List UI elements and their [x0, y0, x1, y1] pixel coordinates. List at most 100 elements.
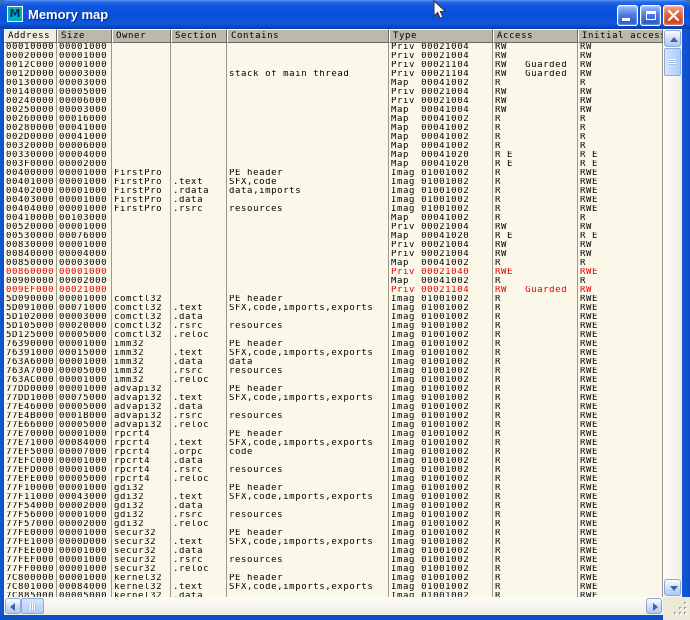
table-row[interactable]: 77E7100000084000rpcrt4.textSFX,code,impo… — [4, 439, 663, 448]
table-row[interactable]: 5D09000000001000comctl32PE headerImag 01… — [4, 295, 663, 304]
table-row[interactable]: 0040100000001000FirstPro.textSFX,codeIma… — [4, 178, 663, 187]
cell-section: .reloc — [171, 331, 227, 340]
table-row[interactable]: 77F1100000043000gdi32.textSFX,code,impor… — [4, 493, 663, 502]
table-row[interactable]: 0001000000001000Priv 00021004RWRW — [4, 43, 663, 52]
table-row[interactable]: 763A700000005000imm32.rsrcresourcesImag … — [4, 367, 663, 376]
maximize-button[interactable] — [640, 5, 661, 26]
table-row[interactable]: 0040000000001000FirstProPE headerImag 01… — [4, 169, 663, 178]
table-row[interactable]: 0052000000001000Priv 00021004RWRW — [4, 223, 663, 232]
column-header-initial-access[interactable]: Initial access — [578, 29, 663, 43]
table-row[interactable]: 77F5600000001000gdi32.rsrcresourcesImag … — [4, 511, 663, 520]
table-row[interactable]: 77E7000000001000rpcrt4PE headerImag 0100… — [4, 430, 663, 439]
table-row[interactable]: 763A600000001000imm32.datadataImag 01001… — [4, 358, 663, 367]
cell-address: 00400000 — [4, 169, 57, 178]
table-row[interactable]: 0028000000041000Map 00041002RR — [4, 124, 663, 133]
table-row[interactable]: 003F000000002000Map 00041020R ER E — [4, 160, 663, 169]
table-row[interactable]: 77F1000000001000gdi32PE headerImag 01001… — [4, 484, 663, 493]
cell-owner: gdi32 — [112, 520, 171, 529]
table-row[interactable]: 77EF500000007000rpcrt4.orpccodeImag 0100… — [4, 448, 663, 457]
table-row[interactable]: 0041000000103000Map 00041002RR — [4, 214, 663, 223]
table-row[interactable]: 0026000000016000Map 00041002RR — [4, 115, 663, 124]
table-row[interactable]: 77DD000000001000advapi32PE headerImag 01… — [4, 385, 663, 394]
cell-type: Imag 01001002 — [389, 349, 493, 358]
table-row[interactable]: 77DD100000075000advapi32.textSFX,code,im… — [4, 394, 663, 403]
column-header-size[interactable]: Size — [57, 29, 112, 43]
cell-address: 00010000 — [4, 43, 57, 52]
table-row[interactable]: 77EFD00000001000rpcrt4.rsrcresourcesImag… — [4, 466, 663, 475]
table-row[interactable]: 77FE10000000D000secur32.textSFX,code,imp… — [4, 538, 663, 547]
table-row[interactable]: 77FEF00000001000secur32.rsrcresourcesIma… — [4, 556, 663, 565]
cell-initial: RWE — [578, 376, 663, 385]
table-row[interactable]: 77FE000000001000secur32PE headerImag 010… — [4, 529, 663, 538]
cell-contains — [227, 97, 389, 106]
scroll-right-button[interactable] — [646, 598, 662, 614]
table-row[interactable]: 0002000000001000Priv 00021004RWRW — [4, 52, 663, 61]
table-row[interactable]: 5D09100000071000comctl32.textSFX,code,im… — [4, 304, 663, 313]
cell-section: .reloc — [171, 520, 227, 529]
table-row[interactable]: 77FEE00000001000secur32.dataImag 0100100… — [4, 547, 663, 556]
cell-access: R E — [493, 151, 578, 160]
table-row[interactable]: 7C80000000001000kernel32PE headerImag 01… — [4, 574, 663, 583]
table-row[interactable]: 77E4600000005000advapi32.dataImag 010010… — [4, 403, 663, 412]
table-row[interactable]: 5D10200000003000comctl32.dataImag 010010… — [4, 313, 663, 322]
minimize-button[interactable] — [617, 5, 638, 26]
column-header-contains[interactable]: Contains — [227, 29, 389, 43]
vertical-scrollbar[interactable] — [663, 29, 682, 597]
table-row[interactable]: 77F5700000002000gdi32.relocImag 01001002… — [4, 520, 663, 529]
column-header-access[interactable]: Access — [493, 29, 578, 43]
close-button[interactable] — [663, 5, 684, 26]
table-row[interactable]: 0024000000006000Priv 00021004RWRW — [4, 97, 663, 106]
table-row[interactable]: 0083000000001000Priv 00021004RWRW — [4, 241, 663, 250]
scroll-left-button[interactable] — [5, 598, 21, 614]
table-row[interactable]: 0053000000076000Map 00041020R ER E — [4, 232, 663, 241]
cell-size: 00005000 — [57, 88, 112, 97]
table-row[interactable]: 009EF00000021000Priv 00021104RW GuardedR… — [4, 286, 663, 295]
table-row[interactable]: 0086000000001000Priv 00021040RWERWE — [4, 268, 663, 277]
table-row[interactable]: 7639100000015000imm32.textSFX,code,impor… — [4, 349, 663, 358]
table-row[interactable]: 0084000000004000Priv 00021004RWRW — [4, 250, 663, 259]
cell-size: 00001000 — [57, 457, 112, 466]
table-row[interactable]: 0033000000004000Map 00041020R ER E — [4, 151, 663, 160]
scroll-down-button[interactable] — [664, 579, 681, 596]
table-row[interactable]: 77EFE00000005000rpcrt4.relocImag 0100100… — [4, 475, 663, 484]
table-row[interactable]: 763AC00000001000imm32.relocImag 01001002… — [4, 376, 663, 385]
scroll-up-button[interactable] — [664, 30, 681, 47]
table-row[interactable]: 0090000000002000Map 00041002RR — [4, 277, 663, 286]
vertical-scroll-thumb[interactable] — [664, 48, 681, 76]
cell-type: Priv 00021040 — [389, 268, 493, 277]
table-row[interactable]: 77E6600000005000advapi32.relocImag 01001… — [4, 421, 663, 430]
table-row[interactable]: 0085000000003000Map 00041002RR — [4, 259, 663, 268]
table-row[interactable]: 0013000000003000Map 00041002RR — [4, 79, 663, 88]
resize-grip[interactable] — [663, 597, 690, 620]
table-row[interactable]: 0032000000006000Map 00041002RR — [4, 142, 663, 151]
horizontal-scrollbar[interactable] — [4, 597, 663, 615]
cell-contains — [227, 142, 389, 151]
column-header-owner[interactable]: Owner — [112, 29, 171, 43]
column-header-type[interactable]: Type — [389, 29, 493, 43]
table-row[interactable]: 5D10500000020000comctl32.rsrcresourcesIm… — [4, 322, 663, 331]
horizontal-scroll-thumb[interactable] — [21, 598, 44, 614]
table-row[interactable]: 0014000000005000Priv 00021004RWRW — [4, 88, 663, 97]
app-icon[interactable]: M — [7, 6, 23, 22]
column-header-section[interactable]: Section — [171, 29, 227, 43]
table-row[interactable]: 5D12500000005000comctl32.relocImag 01001… — [4, 331, 663, 340]
table-row[interactable]: 0040300000001000FirstPro.dataImag 010010… — [4, 196, 663, 205]
cell-size: 00001000 — [57, 340, 112, 349]
titlebar[interactable]: M Memory map — [0, 0, 690, 29]
table-row[interactable]: 0040400000001000FirstPro.rsrcresourcesIm… — [4, 205, 663, 214]
column-header-address[interactable]: Address — [4, 29, 57, 43]
table-row[interactable]: 0012C00000001000Priv 00021104RW GuardedR… — [4, 61, 663, 70]
table-row[interactable]: 7C80100000084000kernel32.textSFX,code,im… — [4, 583, 663, 592]
table-row[interactable]: 77F5400000002000gdi32.dataImag 01001002R… — [4, 502, 663, 511]
table-row[interactable]: 77FF000000001000secur32.relocImag 010010… — [4, 565, 663, 574]
table-row[interactable]: 0025000000003000Map 00041004RWRW — [4, 106, 663, 115]
table-row[interactable]: 77EFC00000001000rpcrt4.dataImag 01001002… — [4, 457, 663, 466]
table-row[interactable]: 002D000000041000Map 00041002RR — [4, 133, 663, 142]
cell-initial: RWE — [578, 340, 663, 349]
table-row[interactable]: 0040200000001000FirstPro.rdatadata,impor… — [4, 187, 663, 196]
table-row[interactable]: 0012D00000003000stack of main threadPriv… — [4, 70, 663, 79]
table-row[interactable]: 7639000000001000imm32PE headerImag 01001… — [4, 340, 663, 349]
cell-address: 77E70000 — [4, 430, 57, 439]
table-row[interactable]: 77E4B0000001B000advapi32.rsrcresourcesIm… — [4, 412, 663, 421]
cell-size: 00005000 — [57, 403, 112, 412]
